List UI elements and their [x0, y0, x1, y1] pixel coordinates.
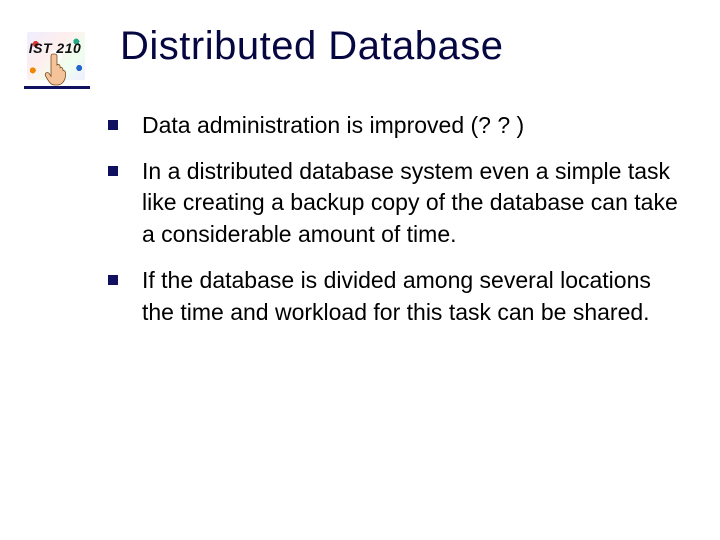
- course-logo: [24, 28, 88, 84]
- list-item: If the database is divided among several…: [108, 265, 680, 328]
- page-title: Distributed Database: [120, 24, 504, 69]
- bullet-square-icon: [108, 166, 118, 176]
- course-code: IST 210: [24, 40, 86, 56]
- pointing-hand-icon: [42, 52, 70, 86]
- list-item: In a distributed database system even a …: [108, 156, 680, 251]
- bullet-list: Data administration is improved (? ? ) I…: [108, 110, 680, 342]
- list-item: Data administration is improved (? ? ): [108, 110, 680, 142]
- bullet-text: In a distributed database system even a …: [142, 158, 678, 247]
- bullet-square-icon: [108, 120, 118, 130]
- bullet-text: If the database is divided among several…: [142, 267, 651, 325]
- bullet-text: Data administration is improved (? ? ): [142, 112, 524, 138]
- header-rule: [24, 86, 90, 89]
- bullet-square-icon: [108, 275, 118, 285]
